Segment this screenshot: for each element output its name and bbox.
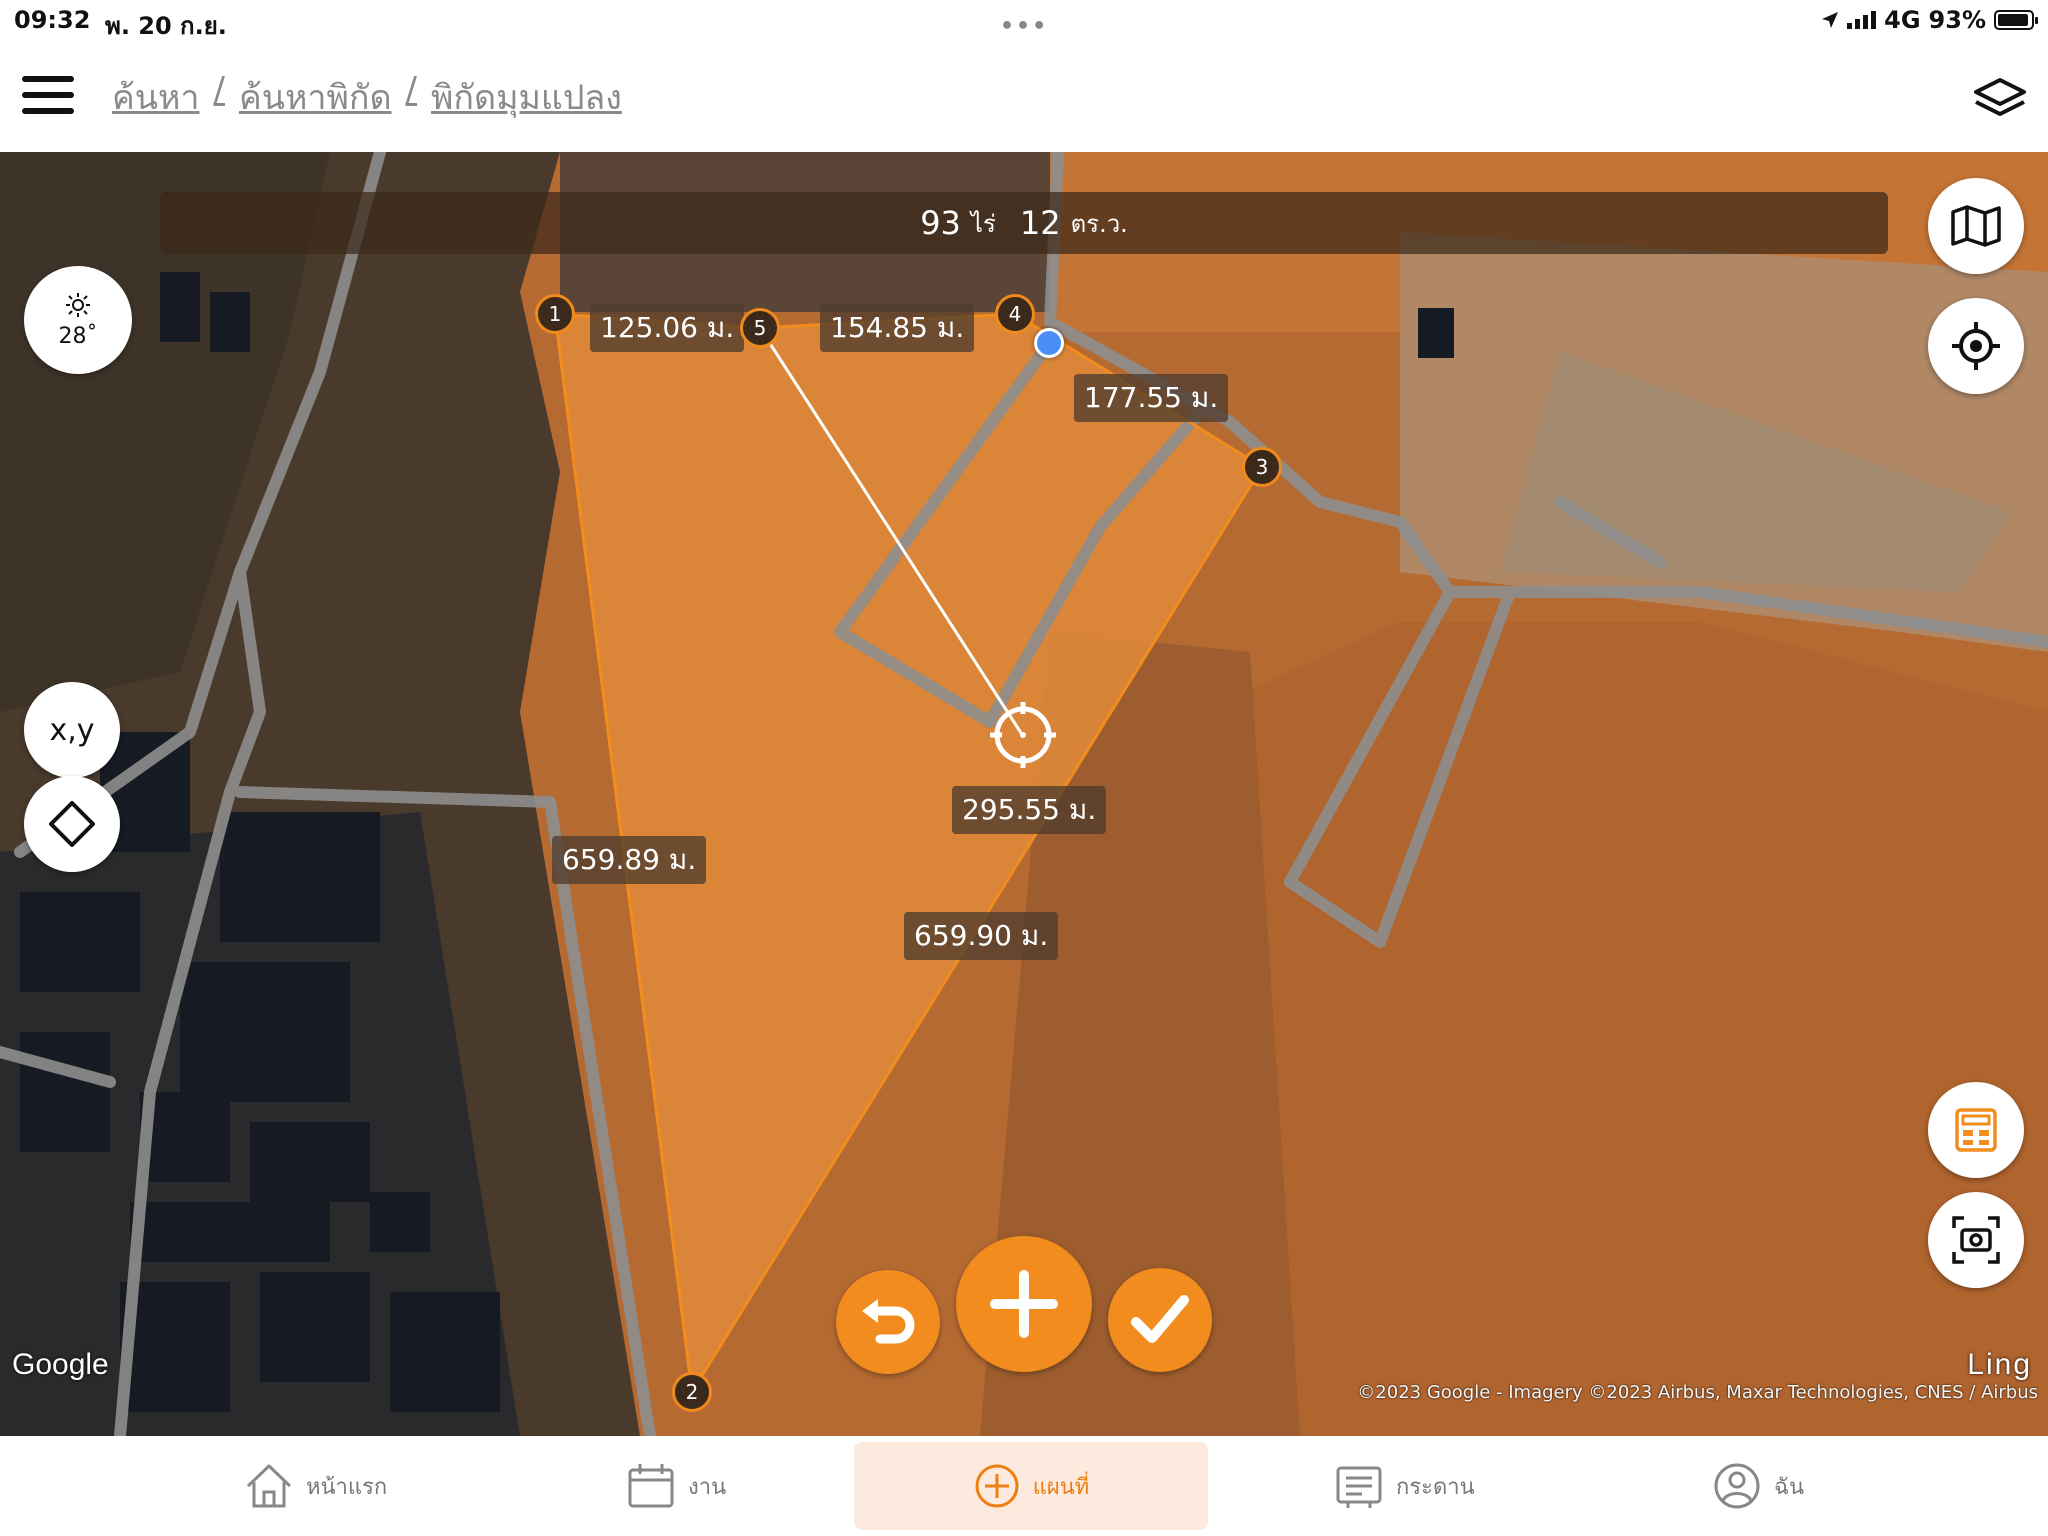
distance-label-4-3: 177.55 ม.: [1074, 374, 1229, 422]
bottom-tab-bar: หน้าแรก งาน แผนที่ กระดาน ฉัน: [0, 1436, 2048, 1536]
tab-board[interactable]: กระดาน: [1334, 1442, 1534, 1530]
add-circle-icon: [975, 1464, 1019, 1508]
tab-map-label: แผนที่: [1032, 1474, 1090, 1500]
undo-icon: [862, 1299, 915, 1344]
breadcrumb-search-coordinate[interactable]: ค้นหาพิกัด: [239, 70, 392, 124]
area-sqwa-value: 12: [1019, 204, 1061, 242]
vertex-marker[interactable]: 5: [740, 308, 780, 348]
distance-label-cursor: 295.55 ม.: [952, 786, 1107, 834]
vertex-marker[interactable]: 1: [535, 294, 575, 334]
battery-icon: [1994, 10, 2038, 30]
calculator-icon: [1955, 1108, 1997, 1152]
my-location-button[interactable]: [1928, 298, 2024, 394]
layers-icon[interactable]: [1972, 72, 2028, 124]
area-rai-value: 93: [920, 204, 961, 242]
network-type: 4G: [1884, 6, 1921, 34]
sun-icon: [66, 292, 90, 317]
camera-frame-icon: [1952, 1216, 2000, 1264]
tab-home[interactable]: หน้าแรก: [244, 1442, 464, 1530]
temperature: 28˚: [58, 323, 98, 349]
satellite-map[interactable]: 93 ไร่ 12 ตร.ว. 28˚ x,y 125.06 ม. 154.85…: [0, 152, 2048, 1436]
tab-me[interactable]: ฉัน: [1712, 1442, 1872, 1530]
tab-home-label: หน้าแรก: [306, 1474, 388, 1500]
checkmark-icon: [1131, 1295, 1189, 1343]
distance-label-5-4: 154.85 ม.: [820, 304, 975, 352]
breadcrumb-search[interactable]: ค้นหา: [112, 70, 200, 124]
confirm-button[interactable]: [1108, 1268, 1212, 1372]
board-icon: [1336, 1466, 1382, 1508]
crosshair-target-icon: [1952, 322, 2000, 370]
map-copyright: ©2023 Google - Imagery ©2023 Airbus, Max…: [1357, 1382, 2038, 1403]
tab-work[interactable]: งาน: [626, 1442, 806, 1530]
tab-work-label: งาน: [688, 1474, 727, 1500]
diamond-compass-icon: [49, 801, 95, 847]
breadcrumb-separator: /: [405, 70, 418, 110]
undo-button[interactable]: [836, 1270, 940, 1374]
multitask-dots-icon[interactable]: •••: [1000, 14, 1048, 39]
breadcrumb-separator: /: [213, 70, 225, 110]
vertex-marker[interactable]: 3: [1242, 447, 1282, 487]
distance-label-1-5: 125.06 ม.: [590, 304, 745, 352]
signal-icon: [1847, 11, 1877, 29]
map-type-button[interactable]: [1928, 178, 2024, 274]
crosshair-cursor-icon: [990, 702, 1056, 768]
location-arrow-icon: [1822, 12, 1839, 28]
coordinate-input-label: x,y: [49, 712, 95, 748]
user-icon: [1714, 1463, 1760, 1509]
google-logo: Google: [12, 1348, 109, 1381]
calendar-icon: [628, 1464, 674, 1508]
tab-board-label: กระดาน: [1396, 1474, 1475, 1500]
app-header: ค้นหา / ค้นหาพิกัด / พิกัดมุมแปลง: [0, 44, 2048, 152]
status-indicators: 4G 93%: [1821, 6, 2038, 34]
home-icon: [246, 1464, 292, 1508]
breadcrumb-plot-corner-coordinate[interactable]: พิกัดมุมแปลง: [431, 70, 622, 124]
area-rai-unit: ไร่: [970, 209, 996, 238]
vertex-marker[interactable]: 2: [672, 1372, 712, 1412]
map-icon: [1951, 205, 2001, 247]
area-summary: 93 ไร่ 12 ตร.ว.: [160, 192, 1888, 254]
ling-watermark: Ling: [1967, 1348, 2032, 1381]
tab-map[interactable]: แผนที่: [854, 1442, 1208, 1530]
weather-button[interactable]: 28˚: [24, 266, 132, 374]
current-location-dot: [1034, 328, 1064, 358]
hamburger-icon[interactable]: [22, 76, 74, 116]
distance-label-1-2: 659.89 ม.: [552, 836, 707, 884]
tab-me-label: ฉัน: [1774, 1474, 1805, 1500]
status-date: พ. 20 ก.ย.: [105, 12, 227, 40]
vertex-marker[interactable]: 4: [995, 294, 1035, 334]
plus-icon: [990, 1270, 1058, 1338]
breadcrumb: ค้นหา / ค้นหาพิกัด / พิกัดมุมแปลง: [112, 70, 622, 124]
add-point-button[interactable]: [956, 1236, 1092, 1372]
coordinate-input-button[interactable]: x,y: [24, 682, 120, 778]
status-bar: 09:32 พ. 20 ก.ย. ••• 4G 93%: [0, 0, 2048, 44]
screenshot-button[interactable]: [1928, 1192, 2024, 1288]
area-sqwa-unit: ตร.ว.: [1070, 209, 1128, 238]
status-time: 09:32: [14, 6, 91, 34]
distance-label-2-3: 659.90 ม.: [904, 912, 1059, 960]
calculator-button[interactable]: [1928, 1082, 2024, 1178]
compass-button[interactable]: [24, 776, 120, 872]
battery-percent: 93%: [1928, 6, 1986, 34]
